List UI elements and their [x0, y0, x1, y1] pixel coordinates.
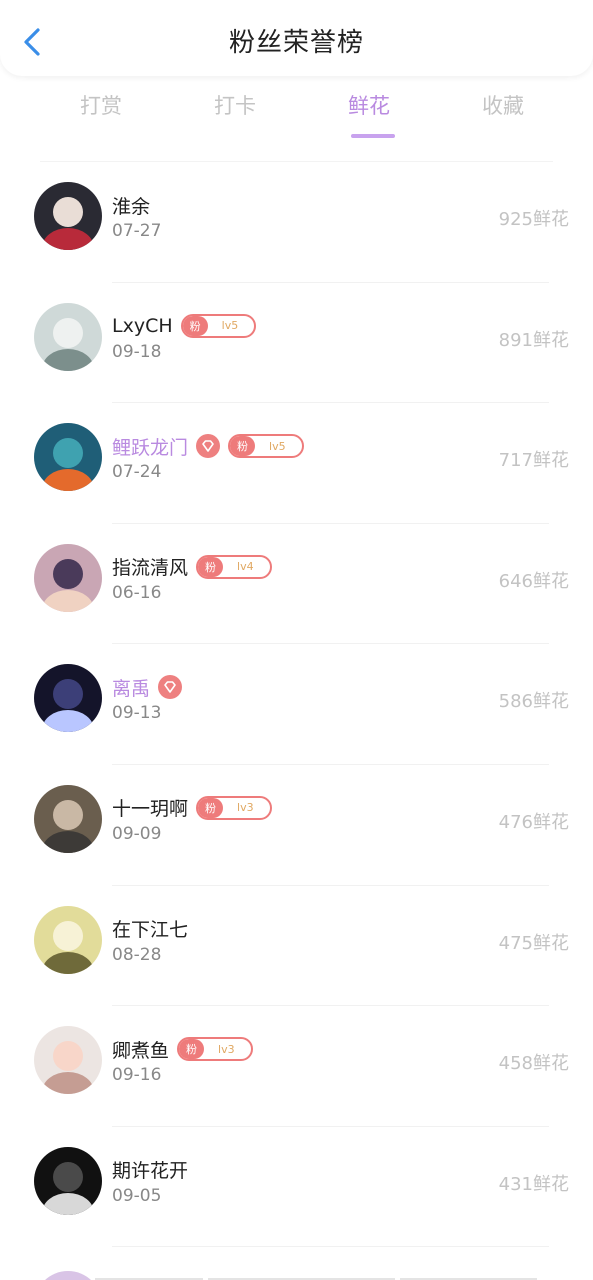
fan-badge-level: lv5 — [221, 319, 239, 333]
list-item[interactable]: LxyCH 粉 lv5 09-18 891鲜花 — [0, 283, 593, 404]
list-item[interactable]: 期许花开 09-05 431鲜花 — [0, 1127, 593, 1248]
avatar[interactable] — [34, 182, 102, 250]
fan-level-badge: 粉 lv5 — [228, 434, 304, 459]
list-item[interactable]: 淮余 07-27 925鲜花 — [0, 162, 593, 283]
row-divider — [112, 1246, 549, 1248]
tab-flowers[interactable]: 鲜花 — [304, 90, 434, 138]
tab-checkin[interactable]: 打卡 — [170, 90, 300, 120]
tab-bar: 打赏 打卡 鲜花 收藏 — [0, 90, 593, 140]
user-name[interactable]: 离禹 — [112, 674, 150, 701]
fan-badge-label: 粉 — [198, 797, 224, 818]
diamond-badge-icon — [196, 434, 221, 459]
list-item[interactable]: 鲤跃龙门 粉 lv5 07-24 717鲜花 — [0, 403, 593, 524]
flower-count: 891鲜花 — [498, 329, 569, 351]
avatar[interactable] — [34, 905, 102, 974]
date: 08-28 — [112, 944, 162, 965]
page-title: 粉丝荣誉榜 — [228, 28, 364, 58]
fan-badge-level: lv3 — [218, 1042, 235, 1056]
user-name[interactable]: 卿煮鱼 — [112, 1036, 169, 1063]
fan-badge-label: 粉 — [179, 1039, 205, 1060]
top-bar: 粉丝荣誉榜 — [0, 0, 593, 76]
fan-badge-level: lv5 — [269, 439, 286, 453]
user-name[interactable]: 鲤跃龙门 — [112, 433, 188, 460]
diamond-badge-icon — [158, 675, 183, 700]
tab-favorites[interactable]: 收藏 — [438, 90, 568, 120]
date: 06-16 — [112, 582, 162, 603]
date: 07-27 — [112, 221, 162, 241]
avatar[interactable] — [34, 302, 102, 371]
fan-level-badge: 粉 lv3 — [177, 1037, 253, 1062]
user-name[interactable]: 淮余 — [112, 192, 150, 219]
flower-count: 646鲜花 — [498, 570, 569, 592]
flower-count: 717鲜花 — [498, 450, 569, 472]
date: 09-18 — [112, 341, 162, 362]
date: 09-09 — [112, 823, 162, 844]
tab-tip[interactable]: 打赏 — [36, 90, 166, 120]
flower-count: 586鲜花 — [498, 691, 569, 713]
flower-count: 925鲜花 — [498, 209, 569, 230]
list-item[interactable]: 指流清风 粉 lv4 06-16 646鲜花 — [0, 524, 593, 645]
flower-count: 476鲜花 — [498, 811, 569, 833]
user-name[interactable]: LxyCH — [112, 315, 173, 337]
date: 09-05 — [112, 1185, 162, 1206]
avatar[interactable] — [34, 1026, 102, 1095]
active-tab-indicator — [351, 134, 395, 138]
fan-badge-label: 粉 — [182, 315, 208, 336]
fan-badge-level: lv4 — [237, 560, 254, 574]
avatar[interactable] — [34, 664, 102, 733]
user-name[interactable]: 十一玥啊 — [112, 794, 188, 821]
fan-level-badge: 粉 lv3 — [196, 795, 272, 820]
list-item[interactable]: 离禹 09-13 586鲜花 — [0, 644, 593, 765]
list-item[interactable]: 卿煮鱼 粉 lv3 09-16 458鲜花 — [0, 1006, 593, 1127]
avatar[interactable] — [34, 1146, 102, 1215]
list-item[interactable]: 十一玥啊 粉 lv3 09-09 476鲜花 — [0, 765, 593, 886]
list-item[interactable]: 在下江七 08-28 475鲜花 — [0, 886, 593, 1007]
partial-next-row — [0, 1268, 593, 1280]
date: 09-16 — [112, 1065, 162, 1086]
avatar[interactable] — [34, 784, 102, 853]
fan-ranking-list: 淮余 07-27 925鲜花 LxyCH 粉 lv5 09-18 891鲜花 鲤… — [0, 162, 593, 1248]
date: 07-24 — [112, 462, 162, 483]
flower-count: 458鲜花 — [498, 1053, 569, 1075]
user-name[interactable]: 在下江七 — [112, 915, 188, 942]
user-name[interactable]: 指流清风 — [112, 553, 188, 580]
flower-count: 431鲜花 — [498, 1173, 569, 1195]
avatar[interactable] — [34, 543, 102, 612]
fan-badge-label: 粉 — [230, 436, 256, 457]
tab-flowers-label: 鲜花 — [348, 94, 390, 118]
flower-count: 475鲜花 — [498, 932, 569, 954]
date: 09-13 — [112, 703, 162, 724]
fan-level-badge: 粉 lv5 — [180, 313, 257, 338]
fan-badge-label: 粉 — [198, 556, 224, 577]
user-name[interactable]: 期许花开 — [112, 1156, 188, 1183]
avatar[interactable] — [34, 423, 102, 492]
fan-level-badge: 粉 lv4 — [196, 554, 272, 579]
fan-badge-level: lv3 — [237, 801, 254, 815]
